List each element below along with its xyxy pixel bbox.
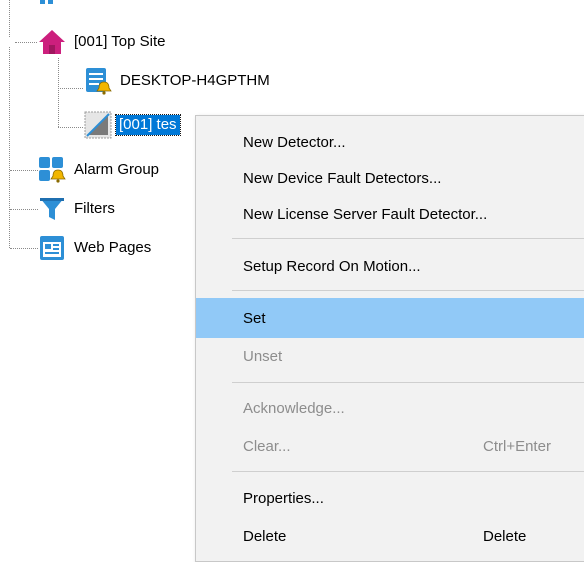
server-alarm-icon — [84, 67, 112, 95]
tree-node-server[interactable]: DESKTOP-H4GPTHM — [84, 67, 270, 95]
menu-separator — [232, 382, 584, 383]
menu-separator — [232, 471, 584, 472]
menu-item-unset[interactable]: Unset — [196, 338, 584, 374]
tree-node-filters[interactable]: Filters — [38, 195, 115, 223]
menu-item-acknowledge[interactable]: Acknowledge... — [196, 390, 584, 426]
camera-detector-icon — [84, 111, 112, 139]
menu-item-label: Set — [243, 309, 266, 327]
menu-item-label: Delete — [243, 527, 287, 545]
menu-item-new-license-server-fault-detector[interactable]: New License Server Fault Detector... — [196, 196, 584, 232]
tree-node-top-site[interactable]: [001] Top Site — [38, 28, 165, 56]
tree-node-label: Alarm Group — [74, 161, 160, 178]
context-menu: New Detector... New Device Fault Detecto… — [195, 115, 584, 562]
partial-icon — [40, 0, 45, 4]
web-page-icon — [38, 234, 66, 262]
tree-line — [58, 88, 83, 89]
menu-item-label: Acknowledge... — [243, 399, 345, 417]
menu-item-delete[interactable]: Delete Delete — [196, 518, 584, 554]
tree-line — [10, 209, 38, 210]
menu-item-properties[interactable]: Properties... — [196, 480, 584, 516]
menu-item-clear[interactable]: Clear... Ctrl+Enter — [196, 428, 584, 464]
menu-item-label: Setup Record On Motion... — [243, 257, 421, 275]
tree-line — [9, 0, 10, 37]
menu-separator — [232, 238, 584, 239]
tree-node-label: [001] tes — [115, 114, 181, 136]
menu-item-label: New Device Fault Detectors... — [243, 169, 442, 187]
menu-item-label: Clear... — [243, 437, 291, 455]
tree-node-alarm-group[interactable]: Alarm Group — [38, 156, 159, 184]
filter-icon — [38, 195, 66, 223]
tree-node-detector[interactable]: [001] tes — [84, 111, 181, 139]
partial-icon — [48, 0, 53, 4]
menu-item-setup-record-on-motion[interactable]: Setup Record On Motion... — [196, 248, 584, 284]
menu-item-label: Properties... — [243, 489, 324, 507]
menu-item-label: Unset — [243, 347, 283, 365]
menu-separator — [232, 290, 584, 291]
menu-item-new-detector[interactable]: New Detector... — [196, 124, 584, 160]
tree-node-web-pages[interactable]: Web Pages — [38, 234, 151, 262]
menu-item-shortcut: Ctrl+Enter — [483, 437, 551, 455]
tree-node-label: DESKTOP-H4GPTHM — [120, 72, 270, 89]
menu-item-label: New Detector... — [243, 133, 346, 151]
tree-node-label: [001] Top Site — [74, 33, 166, 50]
menu-item-set[interactable]: Set — [196, 298, 584, 338]
tree-line — [58, 58, 59, 127]
tree-line — [10, 248, 38, 249]
tree-line — [58, 127, 83, 128]
menu-item-new-device-fault-detectors[interactable]: New Device Fault Detectors... — [196, 160, 584, 196]
menu-item-shortcut: Delete — [483, 527, 527, 545]
tree-line — [10, 170, 38, 171]
tree-node-label: Web Pages — [74, 239, 152, 256]
tree-line — [15, 42, 37, 43]
alarm-group-icon — [38, 156, 66, 184]
menu-item-label: New License Server Fault Detector... — [243, 205, 488, 223]
tree-node-label: Filters — [74, 200, 115, 217]
house-icon — [38, 28, 66, 56]
tree-line — [9, 47, 10, 248]
